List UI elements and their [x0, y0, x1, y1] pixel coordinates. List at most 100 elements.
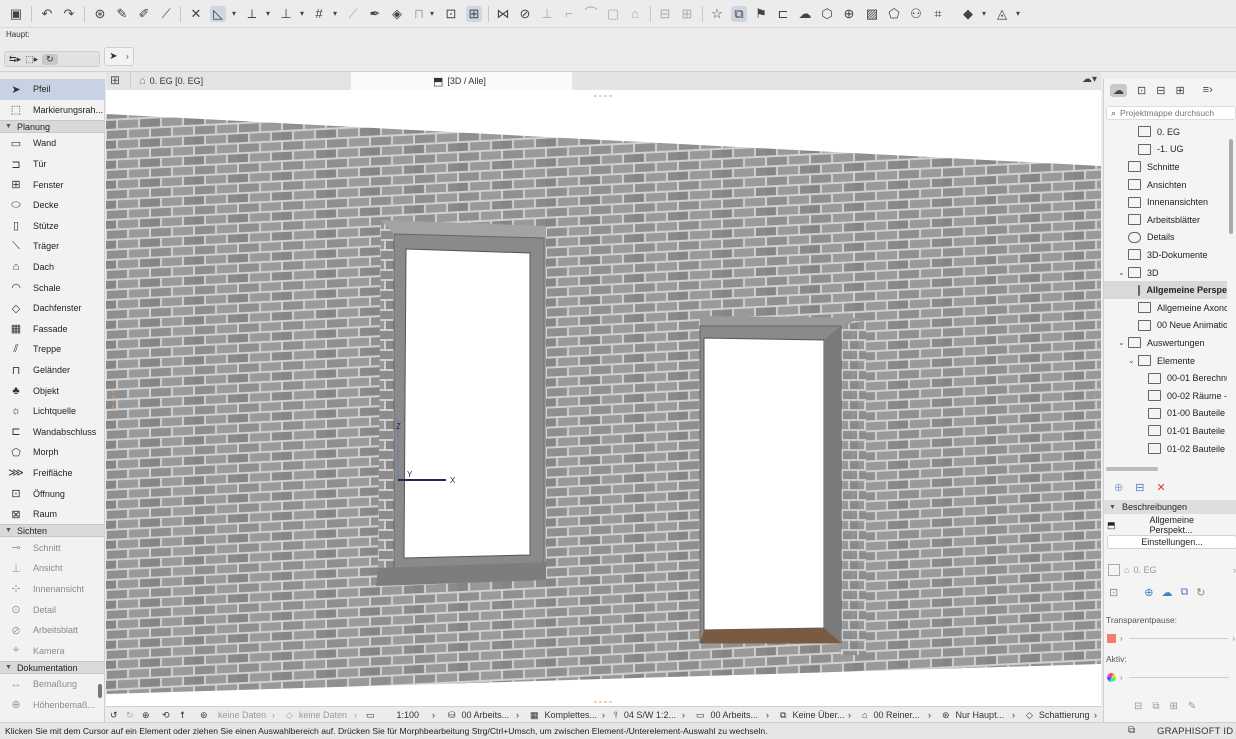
- no-data-field-2[interactable]: ◇ keine Daten: [286, 707, 347, 723]
- roof-trim-icon[interactable]: ⌂: [627, 6, 643, 22]
- marquee-mode-icon[interactable]: ⬚▸: [25, 54, 38, 65]
- undo-view-icon[interactable]: ↺: [110, 707, 118, 723]
- brand-label[interactable]: GRAPHISOFT ID: [1157, 726, 1233, 737]
- layout-icon[interactable]: ⊞: [1170, 701, 1178, 712]
- project-map-icon[interactable]: ☁: [1110, 83, 1127, 97]
- color-wheel-icon[interactable]: [1107, 672, 1116, 682]
- grid-view-icon[interactable]: ⊞: [110, 74, 126, 87]
- zoom-in-icon[interactable]: ⊕: [142, 707, 150, 723]
- tree-item[interactable]: ⌄ Auswertungen: [1118, 334, 1205, 352]
- bim-cloud-icon[interactable]: ⬡: [819, 6, 835, 22]
- fit-window-icon[interactable]: ⊡: [443, 6, 459, 22]
- clone-view-icon[interactable]: ⊟: [1135, 481, 1144, 494]
- tree-item[interactable]: 00-02 Räume - I: [1148, 387, 1227, 405]
- tool-hoehenbemassung[interactable]: ⊕ Höhenbemaß...: [0, 695, 104, 716]
- tree-item[interactable]: 01-00 Bauteile -: [1148, 405, 1227, 423]
- adjust-icon[interactable]: ⊘: [517, 6, 533, 22]
- tool-innenansicht[interactable]: ⊹ Innenansicht: [0, 579, 104, 600]
- pen-set-field[interactable]: ⫯ 04 S/W 1:2...: [614, 707, 676, 723]
- people-icon[interactable]: ⚇: [908, 6, 924, 22]
- search-input[interactable]: [1120, 108, 1229, 118]
- tree-item-selected[interactable]: Allgemeine Perspe: [1104, 281, 1227, 299]
- tab-3d[interactable]: ⬒ [3D / Alle]: [351, 72, 572, 90]
- eyedropper-icon[interactable]: ✎: [114, 6, 130, 22]
- trace-icon[interactable]: ⟋: [345, 6, 361, 22]
- tool-fassade[interactable]: ▦ Fassade: [0, 319, 104, 340]
- tree-item[interactable]: Schnitte: [1128, 158, 1180, 176]
- active-slider[interactable]: [1128, 676, 1229, 678]
- cloud-view-icon[interactable]: ☁: [1161, 586, 1172, 599]
- offset-icon[interactable]: ⌒: [583, 6, 599, 22]
- renovation-field[interactable]: ⌂ 00 Reiner...: [862, 707, 919, 723]
- chevron-down-icon[interactable]: ▾: [298, 6, 306, 22]
- syringe-icon[interactable]: ✐: [136, 6, 152, 22]
- arrow-tool-picker[interactable]: ➤ ›: [104, 47, 134, 66]
- chevron-down-icon[interactable]: ▾: [264, 6, 272, 22]
- image-icon[interactable]: ▨: [864, 6, 880, 22]
- tree-item[interactable]: Details: [1128, 229, 1175, 247]
- tool-objekt[interactable]: ♣ Objekt: [0, 380, 104, 401]
- layout-book-icon[interactable]: ⊟: [1156, 84, 1165, 97]
- tree-item[interactable]: 01-01 Bauteile -: [1148, 422, 1227, 440]
- selection-method-group[interactable]: ⇆▸ ⬚▸ ↻: [4, 51, 100, 67]
- structure-field[interactable]: ⊛ Nur Haupt...: [942, 707, 1004, 723]
- zoom-fit-icon[interactable]: ⊛: [200, 707, 208, 723]
- tree-item[interactable]: Allgemeine Axonom: [1138, 299, 1227, 317]
- flag-icon[interactable]: ⚑: [753, 6, 769, 22]
- distribute-icon[interactable]: ⊞: [679, 6, 695, 22]
- gravity-icon[interactable]: ⊥: [278, 6, 294, 22]
- view-name-row[interactable]: ⬒ Allgemeine Perspekt...: [1104, 515, 1236, 535]
- tool-detail[interactable]: ⊙ Detail: [0, 599, 104, 620]
- horizontal-scrollbar[interactable]: [1106, 467, 1158, 471]
- section-sichten[interactable]: ▼ Sichten: [0, 524, 104, 538]
- find-select-icon[interactable]: ⊛: [92, 6, 108, 22]
- tool-fenster[interactable]: ⊞ Fenster: [0, 174, 104, 195]
- grid-snap-icon[interactable]: #: [311, 6, 327, 22]
- tree-item[interactable]: Arbeitsblätter: [1128, 211, 1200, 229]
- section-planung[interactable]: ▼ Planung: [0, 120, 104, 134]
- chevron-down-icon[interactable]: ⌄: [1118, 338, 1128, 347]
- align-icon[interactable]: ⊟: [657, 6, 673, 22]
- tree-item[interactable]: ⌄ 3D: [1118, 264, 1159, 282]
- delete-icon[interactable]: ✕: [1156, 481, 1165, 494]
- override-field[interactable]: ⧉ Keine Über...: [780, 707, 844, 723]
- guide-lines-icon[interactable]: ◺: [210, 6, 226, 22]
- split-icon[interactable]: ⋈: [495, 6, 511, 22]
- snap-guides-icon[interactable]: ⟂: [244, 6, 260, 22]
- tool-arbeitsblatt[interactable]: ⊘ Arbeitsblatt: [0, 620, 104, 641]
- tool-dachfenster[interactable]: ◇ Dachfenster: [0, 298, 104, 319]
- cloud-icon[interactable]: ☁: [797, 6, 813, 22]
- tool-stuetze[interactable]: ▯ Stütze: [0, 216, 104, 237]
- magic-wand-icon[interactable]: ⟋: [158, 6, 174, 22]
- window-icon[interactable]: ⧉: [1128, 725, 1135, 736]
- window-glass[interactable]: [403, 248, 531, 559]
- tool-bemassung[interactable]: ↔ Bemaßung: [0, 674, 104, 695]
- new-view-icon[interactable]: ⊕: [1114, 481, 1123, 494]
- 3d-viewport[interactable]: Z Y X: [106, 90, 1101, 706]
- tool-marquee[interactable]: ⬚ Markierungsrah...: [0, 100, 104, 121]
- tool-decke[interactable]: ⬭ Decke: [0, 195, 104, 216]
- model-view-field[interactable]: ▦ Komplettes...: [530, 707, 597, 723]
- 3d-model-render[interactable]: Z Y X: [106, 90, 1101, 706]
- tool-freiflaeche[interactable]: ⋙ Freifläche: [0, 463, 104, 484]
- tree-scrollbar[interactable]: [1229, 139, 1233, 234]
- menu-icon[interactable]: ≡›: [1203, 84, 1213, 96]
- tree-item[interactable]: 3D-Dokumente: [1128, 246, 1208, 264]
- rotate-view-icon[interactable]: ↻: [42, 53, 58, 65]
- refresh-icon[interactable]: ↻: [1196, 586, 1205, 599]
- transparency-slider[interactable]: [1128, 637, 1229, 639]
- scale-field[interactable]: ▭ 1:100: [366, 707, 419, 723]
- floor-plan-icon[interactable]: ⊏: [775, 6, 791, 22]
- tree-item[interactable]: 00 Neue Animation: [1138, 317, 1227, 335]
- chevron-down-icon[interactable]: ▾: [1014, 6, 1022, 22]
- tool-traeger[interactable]: ⟍ Träger: [0, 236, 104, 257]
- save-icon[interactable]: ▣: [8, 6, 24, 22]
- render-icon[interactable]: ◆: [960, 6, 976, 22]
- toolbox-scrollbar[interactable]: [98, 684, 102, 698]
- redo-view-icon[interactable]: ↻: [126, 707, 134, 723]
- shading-field[interactable]: ◇ Schattierung: [1026, 707, 1089, 723]
- tool-raum[interactable]: ⊠ Raum: [0, 504, 104, 525]
- brick-wall-side[interactable]: [841, 320, 866, 655]
- project-map-search[interactable]: ⌕: [1106, 106, 1236, 120]
- 3d-window-icon[interactable]: ⧉: [731, 6, 747, 22]
